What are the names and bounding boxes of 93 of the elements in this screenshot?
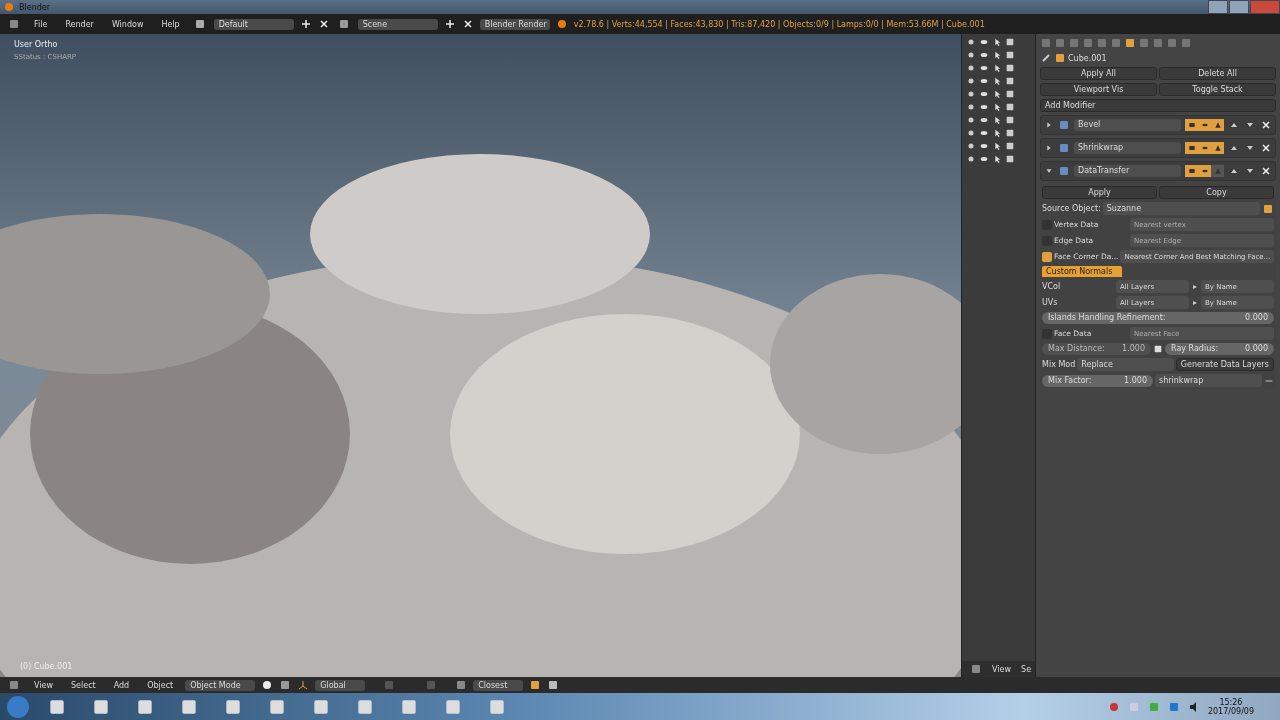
viewport-toggle-icon <box>1200 144 1209 152</box>
editmode-toggle-icon <box>1213 121 1222 129</box>
transform-axes-icon[interactable] <box>297 679 310 691</box>
viewport-vis-button[interactable]: Viewport Vis <box>1040 83 1157 96</box>
eye-icon[interactable] <box>979 141 990 151</box>
modifier-toggle[interactable] <box>1198 165 1211 177</box>
editmode-toggle-icon <box>1213 144 1222 152</box>
scene-field[interactable]: Scene <box>357 18 438 30</box>
mix-factor-field[interactable]: Mix Factor: 1.000 <box>1042 374 1153 387</box>
eye-icon[interactable] <box>979 63 990 73</box>
eye-icon[interactable] <box>979 50 990 60</box>
modifier-name-field[interactable]: Bevel <box>1074 119 1181 131</box>
apply-all-button[interactable]: Apply All <box>1040 67 1157 80</box>
clock-date: 2017/09/09 <box>1207 706 1254 716</box>
layer-type-label: VCol <box>1042 282 1062 291</box>
cursor-icon[interactable] <box>992 154 1003 164</box>
menu-item[interactable]: Help <box>155 19 186 29</box>
vertex-group-field[interactable]: shrinkwrap <box>1155 374 1262 387</box>
generate-data-layers-button[interactable]: Generate Data Layers <box>1175 358 1274 371</box>
snap-target-dropdown[interactable]: Closest <box>473 679 524 691</box>
close-icon[interactable] <box>1260 142 1272 154</box>
render-toggle-icon <box>1187 167 1196 175</box>
minimize-button[interactable] <box>1208 0 1228 14</box>
cursor-icon[interactable] <box>992 76 1003 86</box>
menu-item[interactable]: File <box>28 19 54 29</box>
menu-item[interactable]: Object <box>141 680 180 690</box>
modifier-name-field[interactable]: DataTransfer <box>1074 165 1181 177</box>
eye-icon[interactable] <box>979 102 990 112</box>
cursor-icon[interactable] <box>992 141 1003 151</box>
eye-icon[interactable] <box>979 37 990 47</box>
toggle-stack-button[interactable]: Toggle Stack <box>1159 83 1276 96</box>
cursor-icon[interactable] <box>992 37 1003 47</box>
modifier-name-field[interactable]: Shrinkwrap <box>1074 142 1181 154</box>
delete-all-button[interactable]: Delete All <box>1159 67 1276 80</box>
close-icon[interactable] <box>1260 165 1272 177</box>
modifier-toggle[interactable] <box>1185 119 1198 131</box>
add-icon[interactable] <box>443 18 456 30</box>
layout-field[interactable]: Default <box>213 18 294 30</box>
modifier-toggle[interactable] <box>1211 142 1224 154</box>
render-toggle-icon <box>1187 144 1196 152</box>
menu-item[interactable]: View <box>28 680 59 690</box>
add-icon[interactable] <box>299 18 312 30</box>
close-icon[interactable] <box>317 18 330 30</box>
source-object-field[interactable]: Suzanne <box>1102 202 1260 215</box>
cursor-icon[interactable] <box>992 128 1003 138</box>
maximize-button[interactable] <box>1229 0 1249 14</box>
eye-icon[interactable] <box>979 76 990 86</box>
mode-dropdown[interactable]: Object Mode <box>185 679 256 691</box>
eye-icon[interactable] <box>979 89 990 99</box>
checkbox[interactable] <box>1042 251 1052 262</box>
ray-radius-field[interactable]: Ray Radius: 0.000 <box>1165 343 1274 355</box>
cursor-icon[interactable] <box>992 102 1003 112</box>
start-button-icon[interactable] <box>6 694 30 719</box>
scene-statistics: v2.78.6 | Verts:44,554 | Faces:43,830 | Tris:87,420 | Objects:0/9 | Lamps:0/0 | Mem:53.66M | Cube.001 <box>573 19 985 29</box>
mix-mode-dropdown[interactable]: Replace <box>1077 358 1174 371</box>
eye-icon[interactable] <box>979 128 990 138</box>
layer-type-label: UVs <box>1042 298 1059 307</box>
close-icon[interactable] <box>1260 119 1272 131</box>
cursor-icon[interactable] <box>992 115 1003 125</box>
cursor-icon[interactable] <box>992 63 1003 73</box>
render-engine-dropdown[interactable]: Blender Render <box>479 18 550 30</box>
modifier-toggle[interactable] <box>1185 165 1198 177</box>
menu-item[interactable]: Window <box>105 19 150 29</box>
mix-mode-label: Mix Mod <box>1042 360 1076 369</box>
apply-button[interactable]: Apply <box>1042 186 1157 199</box>
clock-time: 15:26 <box>1219 697 1243 707</box>
viewport-toggle-icon <box>1200 167 1209 175</box>
modifier-toggle[interactable] <box>1211 119 1224 131</box>
menu-item[interactable]: Select <box>65 680 102 690</box>
viewport-toggle-icon <box>1200 121 1209 129</box>
add-modifier-dropdown[interactable]: Add Modifier <box>1040 99 1276 112</box>
render-toggle-icon <box>1187 121 1196 129</box>
view-name: User Ortho <box>14 40 58 49</box>
menu-item[interactable]: Se <box>1019 664 1034 674</box>
object-name: Cube.001 <box>1068 53 1107 63</box>
islands-refinement-field[interactable]: Islands Handling Refinement: 0.000 <box>1042 312 1274 324</box>
menu-item[interactable]: Render <box>59 19 100 29</box>
eye-icon[interactable] <box>979 115 990 125</box>
close-icon[interactable] <box>461 18 474 30</box>
window-title: Blender <box>19 2 50 12</box>
shading-icon[interactable] <box>261 679 274 691</box>
editmode-toggle-icon <box>1213 167 1222 175</box>
custom-normals-tab[interactable]: Custom Normals <box>1042 266 1122 277</box>
menu-item[interactable]: Add <box>107 680 136 690</box>
cursor-icon[interactable] <box>992 89 1003 99</box>
orientation-dropdown[interactable]: Global <box>315 679 366 691</box>
modifier-toggle[interactable] <box>1185 142 1198 154</box>
modifier-toggle[interactable] <box>1211 165 1224 177</box>
menu-item[interactable]: View <box>990 664 1014 674</box>
cursor-icon[interactable] <box>992 50 1003 60</box>
eye-icon[interactable] <box>979 154 990 164</box>
copy-button[interactable]: Copy <box>1159 186 1274 199</box>
source-object-label: Source Object: <box>1042 204 1101 213</box>
